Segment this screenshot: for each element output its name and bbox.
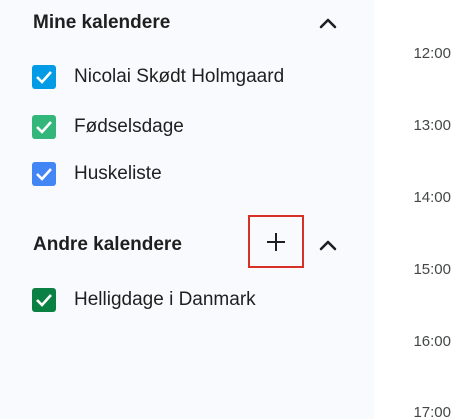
calendar-label: Nicolai Skødt Holmgaard [74,66,285,87]
time-label: 13:00 [413,117,451,134]
time-label: 17:00 [413,404,451,419]
calendar-label: Helligdage i Danmark [74,289,256,310]
my-calendars-header[interactable]: Mine kalendere [33,12,170,34]
add-other-calendars-button[interactable] [248,215,304,268]
sidebar: Mine kalendere Nicolai Skødt Holmgaard F… [0,0,374,419]
plus-icon [267,232,285,251]
checkbox[interactable] [32,115,56,139]
checkbox[interactable] [32,162,56,186]
chevron-up-icon[interactable] [316,11,340,35]
calendar-item-huskeliste[interactable]: Huskeliste [0,154,374,194]
calendar-item-nicolai[interactable]: Nicolai Skødt Holmgaard [0,57,374,97]
check-icon [36,168,52,181]
calendar-item-fodselsdage[interactable]: Fødselsdage [0,107,374,147]
calendar-label: Fødselsdage [74,116,184,137]
calendar-label: Huskeliste [74,163,162,184]
time-column: 12:00 13:00 14:00 15:00 16:00 17:00 [374,0,451,419]
check-icon [36,71,52,84]
time-label: 15:00 [413,261,451,278]
chevron-up-icon[interactable] [316,233,340,257]
checkbox[interactable] [32,65,56,89]
time-label: 16:00 [413,333,451,350]
time-label: 14:00 [413,189,451,206]
other-calendars-header[interactable]: Andre kalendere [33,234,182,256]
calendar-app: Mine kalendere Nicolai Skødt Holmgaard F… [0,0,451,419]
time-label: 12:00 [413,45,451,62]
check-icon [36,121,52,134]
check-icon [36,294,52,307]
checkbox[interactable] [32,288,56,312]
calendar-item-helligdage[interactable]: Helligdage i Danmark [0,280,374,320]
